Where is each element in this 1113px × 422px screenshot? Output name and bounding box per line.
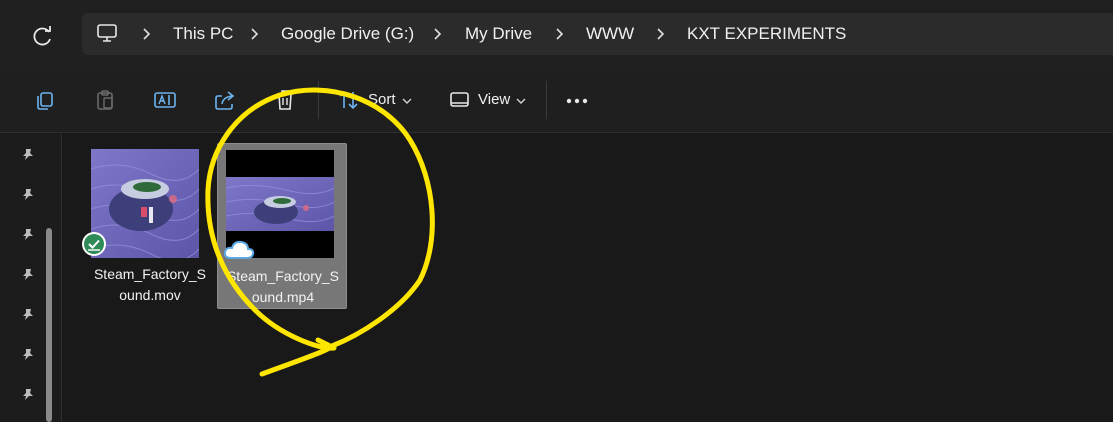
delete-icon[interactable]	[272, 87, 298, 113]
file-name-line: Steam_Factory_S	[93, 266, 207, 282]
video-thumbnail	[91, 149, 199, 258]
file-view: Steam_Factory_S ound.mov Steam_Factory_S…	[63, 134, 1113, 422]
breadcrumb-google-drive[interactable]: Google Drive (G:)	[281, 24, 414, 44]
pin-icon[interactable]	[20, 347, 36, 363]
navigation-pane	[0, 134, 62, 422]
chevron-right-icon[interactable]	[656, 27, 666, 41]
pin-icon[interactable]	[20, 307, 36, 323]
rename-icon[interactable]	[152, 87, 178, 113]
copy-icon[interactable]	[32, 87, 58, 113]
file-name-line: ound.mp4	[251, 289, 315, 305]
chevron-right-icon[interactable]	[142, 27, 152, 41]
breadcrumb[interactable]: This PC Google Drive (G:) My Drive WWW K…	[82, 13, 1113, 55]
toolbar-separator	[546, 81, 547, 119]
breadcrumb-www[interactable]: WWW	[586, 24, 634, 44]
breadcrumb-this-pc[interactable]: This PC	[173, 24, 233, 44]
pin-icon[interactable]	[20, 267, 36, 283]
toolbar-separator	[318, 81, 319, 119]
paste-icon[interactable]	[92, 87, 118, 113]
sort-icon[interactable]	[336, 87, 362, 113]
pin-icon[interactable]	[20, 147, 36, 163]
chevron-down-icon[interactable]	[516, 97, 526, 105]
this-pc-icon[interactable]	[96, 22, 118, 44]
pin-icon[interactable]	[20, 187, 36, 203]
pin-icon[interactable]	[20, 387, 36, 403]
view-button[interactable]: View	[478, 91, 510, 108]
share-icon[interactable]	[212, 87, 238, 113]
file-tile-mp4[interactable]: Steam_Factory_S ound.mp4	[217, 143, 347, 309]
cloud-only-icon	[223, 240, 255, 259]
file-name: Steam_Factory_S ound.mp4	[218, 266, 348, 308]
file-name-line: Steam_Factory_S	[226, 268, 340, 284]
address-bar-region: This PC Google Drive (G:) My Drive WWW K…	[0, 0, 1113, 67]
breadcrumb-kxt-experiments[interactable]: KXT EXPERIMENTS	[687, 24, 846, 44]
chevron-down-icon[interactable]	[402, 97, 412, 105]
file-tile-mov[interactable]: Steam_Factory_S ound.mov	[82, 144, 215, 310]
refresh-icon[interactable]	[28, 22, 58, 50]
navigation-scrollbar[interactable]	[46, 228, 52, 422]
file-name-line: ound.mov	[119, 287, 181, 303]
chevron-right-icon[interactable]	[555, 27, 565, 41]
file-name: Steam_Factory_S ound.mov	[85, 264, 215, 306]
chevron-right-icon[interactable]	[433, 27, 443, 41]
chevron-right-icon[interactable]	[250, 27, 260, 41]
sort-button[interactable]: Sort	[368, 91, 396, 108]
view-icon[interactable]	[448, 87, 474, 113]
pin-icon[interactable]	[20, 227, 36, 243]
sync-complete-icon	[82, 232, 106, 256]
command-bar: Sort View	[0, 67, 1113, 133]
more-options-icon[interactable]	[566, 97, 590, 105]
breadcrumb-my-drive[interactable]: My Drive	[465, 24, 532, 44]
